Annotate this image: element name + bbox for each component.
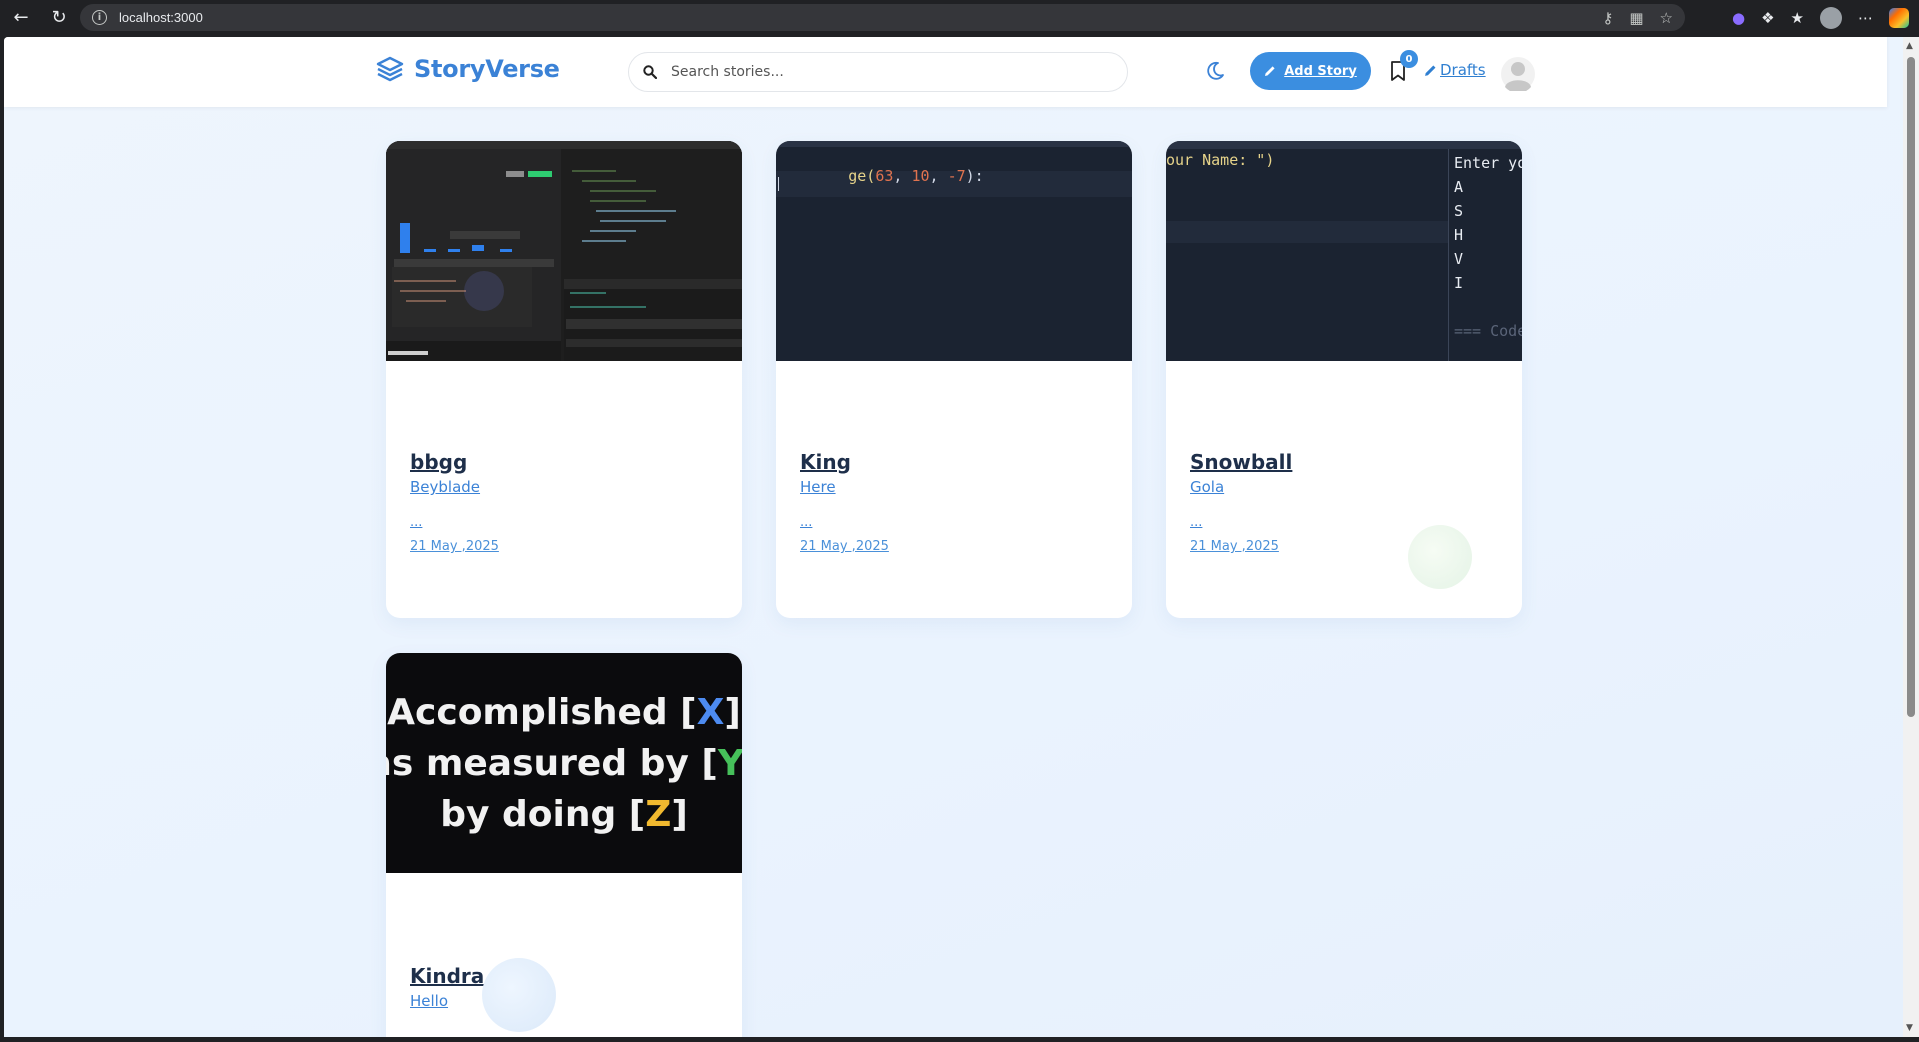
pencil-icon (1425, 65, 1436, 76)
story-date[interactable]: 21 May ,2025 (410, 539, 499, 554)
code-snippet: our Name: ") (1166, 151, 1275, 169)
add-story-button[interactable]: Add Story (1250, 52, 1371, 90)
story-card[interactable]: Accomplished [X] as measured by [Y] by d… (386, 653, 742, 1037)
app-header: StoryVerse Add Story 0 Drafts (4, 37, 1887, 107)
story-title[interactable]: Kindra (410, 964, 484, 988)
story-title[interactable]: bbgg (410, 450, 467, 474)
moon-icon[interactable] (1204, 60, 1226, 82)
favorites-icon[interactable]: ★ (1791, 9, 1804, 27)
drafts-link[interactable]: Drafts (1424, 61, 1486, 79)
logo-text: StoryVerse (414, 55, 560, 83)
story-excerpt[interactable]: ... (1190, 515, 1202, 530)
story-date[interactable]: 21 May ,2025 (1190, 539, 1279, 554)
story-card[interactable]: bbgg Beyblade ... 21 May ,2025 (386, 141, 742, 618)
page-scrollbar[interactable]: ▲ ▼ (1903, 37, 1919, 1037)
story-subtitle[interactable]: Gola (1190, 478, 1224, 496)
story-thumbnail[interactable] (386, 141, 742, 361)
add-story-label: Add Story (1284, 63, 1357, 79)
profile-icon[interactable] (1820, 6, 1842, 29)
scroll-thumb[interactable] (1907, 57, 1915, 717)
bookmark-count-badge: 0 (1400, 50, 1418, 68)
more-icon[interactable]: ⋯ (1858, 9, 1873, 27)
scroll-down-icon[interactable]: ▼ (1906, 1023, 1913, 1033)
story-card[interactable]: ge(63, 10, -7): King Here ... 21 May ,20… (776, 141, 1132, 618)
graphic-text-line: Accomplished [X] (387, 691, 741, 733)
ide-screenshot-image (386, 141, 742, 361)
story-date[interactable]: 21 May ,2025 (800, 539, 889, 554)
pencil-icon (1265, 66, 1275, 76)
story-title[interactable]: King (800, 450, 851, 474)
droplet-icon[interactable]: ● (1732, 9, 1745, 27)
back-icon[interactable]: ← (8, 5, 34, 31)
story-thumbnail[interactable]: our Name: ") Enter yo A S H V I === Code (1166, 141, 1522, 361)
user-avatar-icon[interactable] (1501, 57, 1535, 91)
story-title[interactable]: Snowball (1190, 450, 1292, 474)
graphic-text-line: as measured by [Y] (386, 742, 742, 784)
scroll-up-icon[interactable]: ▲ (1906, 41, 1913, 51)
story-subtitle[interactable]: Hello (410, 992, 448, 1010)
search-icon (643, 65, 657, 79)
copilot-icon[interactable] (1889, 7, 1909, 28)
address-bar[interactable]: i localhost:3000 ⚷ ▦ ☆ (80, 4, 1685, 31)
decorative-bubble (482, 958, 556, 1032)
story-card[interactable]: our Name: ") Enter yo A S H V I === Code… (1166, 141, 1522, 618)
search-bar[interactable] (628, 52, 1128, 92)
story-thumbnail[interactable]: ge(63, 10, -7): (776, 141, 1132, 361)
apps-icon[interactable]: ▦ (1629, 9, 1643, 27)
story-thumbnail[interactable]: Accomplished [X] as measured by [Y] by d… (386, 653, 742, 873)
story-excerpt[interactable]: ... (410, 515, 422, 530)
decorative-bubble (1408, 525, 1472, 589)
logo[interactable]: StoryVerse (376, 55, 560, 83)
story-subtitle[interactable]: Here (800, 478, 836, 496)
drafts-label: Drafts (1440, 61, 1486, 79)
extensions-icon[interactable]: ❖ (1761, 9, 1774, 27)
console-output: Enter yo A S H V I === Code (1454, 154, 1522, 340)
browser-toolbar: ← ↻ i localhost:3000 ⚷ ▦ ☆ ● ❖ ★ ⋯ (0, 0, 1919, 35)
url-text[interactable]: localhost:3000 (119, 10, 203, 25)
code-snippet: ge(63, 10, -7): (848, 167, 984, 185)
star-icon[interactable]: ☆ (1660, 9, 1673, 27)
layers-icon (376, 56, 404, 82)
site-info-icon[interactable]: i (92, 10, 107, 25)
story-excerpt[interactable]: ... (800, 515, 812, 530)
key-icon[interactable]: ⚷ (1602, 9, 1613, 27)
search-input[interactable] (671, 64, 1091, 80)
graphic-text-line: by doing [Z] (440, 793, 688, 835)
page-viewport: StoryVerse Add Story 0 Drafts (4, 37, 1903, 1037)
reload-icon[interactable]: ↻ (46, 5, 72, 31)
story-subtitle[interactable]: Beyblade (410, 478, 480, 496)
